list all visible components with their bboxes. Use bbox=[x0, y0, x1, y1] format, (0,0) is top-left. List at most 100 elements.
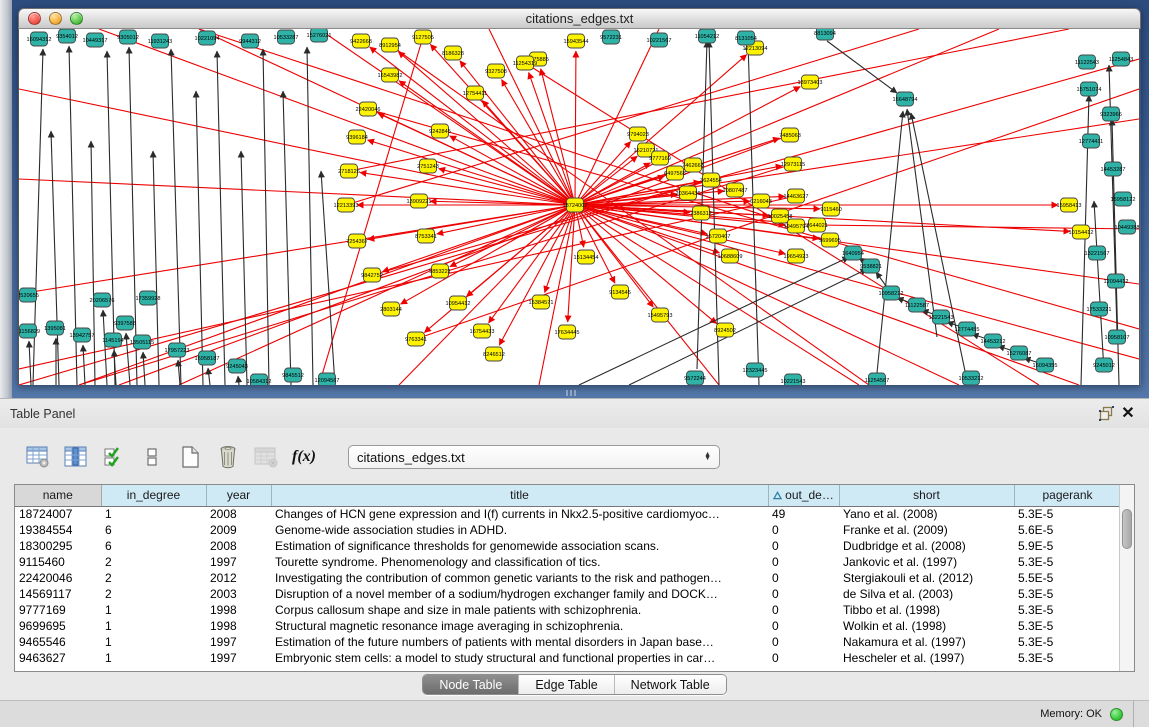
column-header-in_degree[interactable]: in_degree bbox=[101, 485, 206, 506]
minimize-window-icon[interactable] bbox=[49, 12, 62, 25]
network-node[interactable]: 10449317 bbox=[83, 33, 108, 47]
network-node[interactable]: 10954412 bbox=[446, 296, 471, 310]
network-node[interactable]: 11156829 bbox=[19, 324, 40, 338]
network-node[interactable]: 12213393 bbox=[334, 198, 359, 212]
select-all-icon[interactable] bbox=[98, 442, 130, 472]
network-node[interactable]: 10958212 bbox=[879, 286, 904, 300]
network-canvas[interactable]: 1872400794226688912954912750581863289327… bbox=[18, 29, 1140, 385]
network-node[interactable]: 9134545 bbox=[609, 285, 631, 299]
network-node[interactable]: 9327508 bbox=[485, 64, 507, 78]
network-node[interactable]: 8912954 bbox=[379, 38, 401, 52]
network-node[interactable]: 11931243 bbox=[148, 34, 172, 48]
network-node[interactable]: 14453287 bbox=[1101, 162, 1126, 176]
network-node[interactable]: 12094412 bbox=[1104, 274, 1129, 288]
network-node[interactable]: 12323445 bbox=[743, 363, 768, 377]
network-node[interactable]: 9127505 bbox=[412, 30, 434, 44]
network-node[interactable]: 10221094 bbox=[195, 31, 220, 45]
network-node[interactable]: 22420046 bbox=[356, 102, 381, 116]
delete-table-icon[interactable] bbox=[250, 442, 282, 472]
network-node[interactable]: 9242845 bbox=[429, 124, 451, 138]
network-node[interactable]: 7254367 bbox=[346, 234, 368, 248]
network-node[interactable]: 1395081 bbox=[44, 321, 66, 335]
network-node[interactable]: 13973403 bbox=[798, 75, 823, 89]
network-node[interactable]: 9699695 bbox=[819, 233, 841, 247]
column-header-short[interactable]: short bbox=[839, 485, 1014, 506]
column-header-pagerank[interactable]: pagerank bbox=[1014, 485, 1121, 506]
network-node[interactable]: 13505115 bbox=[130, 335, 154, 349]
memory-ok-icon[interactable] bbox=[1110, 708, 1123, 721]
tab-node-table[interactable]: Node Table bbox=[423, 675, 518, 694]
network-node[interactable]: 7386312 bbox=[690, 206, 712, 220]
network-node[interactable]: 3624554 bbox=[700, 173, 722, 187]
network-node[interactable]: 9944312 bbox=[239, 34, 261, 48]
network-node[interactable]: 9794023 bbox=[627, 127, 649, 141]
network-node[interactable]: 11054212 bbox=[695, 29, 719, 43]
network-node[interactable]: 16543982 bbox=[378, 68, 403, 82]
network-node[interactable]: 9422668 bbox=[350, 34, 372, 48]
network-node[interactable]: 9245012 bbox=[1093, 358, 1115, 372]
network-node[interactable]: 16094355 bbox=[1033, 358, 1058, 372]
network-node[interactable]: 13942757 bbox=[70, 328, 95, 342]
network-node[interactable]: 10807487 bbox=[723, 183, 748, 197]
network-node[interactable]: 11254843 bbox=[1109, 52, 1133, 66]
network-node[interactable]: 10584312 bbox=[247, 374, 272, 385]
network-node[interactable]: 15958122 bbox=[1111, 192, 1136, 206]
network-node[interactable]: 12754411 bbox=[463, 86, 487, 100]
table-row[interactable]: 1830029562008Estimation of significance … bbox=[15, 538, 1121, 554]
new-column-icon[interactable] bbox=[174, 442, 206, 472]
network-node[interactable]: 9777169 bbox=[649, 151, 671, 165]
table-row[interactable]: 2242004622012Investigating the contribut… bbox=[15, 570, 1121, 586]
table-selector-dropdown[interactable]: citations_edges.txt ▲▼ bbox=[348, 445, 720, 469]
network-node[interactable]: 11122543 bbox=[1075, 55, 1099, 69]
network-node[interactable]: 9115460 bbox=[820, 202, 841, 216]
network-node[interactable]: 9845512 bbox=[282, 368, 304, 382]
network-node[interactable]: 17533221 bbox=[1087, 302, 1112, 316]
network-node[interactable]: 16648794 bbox=[893, 92, 918, 106]
network-node[interactable]: 2718126 bbox=[338, 164, 360, 178]
zoom-window-icon[interactable] bbox=[70, 12, 83, 25]
network-node[interactable]: 8246512 bbox=[483, 347, 505, 361]
network-node[interactable]: 13221567 bbox=[1085, 246, 1110, 260]
network-node[interactable]: 19495794 bbox=[784, 219, 809, 233]
network-node[interactable]: 16094312 bbox=[27, 32, 52, 46]
table-row[interactable]: 1938455462009Genome-wide association stu… bbox=[15, 522, 1121, 538]
unselect-all-icon[interactable] bbox=[136, 442, 168, 472]
network-node[interactable]: 10688609 bbox=[718, 249, 743, 263]
network-node[interactable]: 15958413 bbox=[1057, 198, 1082, 212]
table-row[interactable]: 969969511998Structural magnetic resonanc… bbox=[15, 618, 1121, 634]
network-node[interactable]: 7644021 bbox=[806, 218, 828, 232]
table-row[interactable]: 946362711997Embryonic stem cells: a mode… bbox=[15, 650, 1121, 666]
network-node[interactable]: 10449388 bbox=[1115, 220, 1140, 234]
network-node[interactable]: 16958187 bbox=[195, 351, 220, 365]
network-node[interactable]: 9397588 bbox=[114, 316, 136, 330]
network-node[interactable]: 13221543 bbox=[929, 310, 954, 324]
network-node[interactable]: 13909221 bbox=[407, 194, 432, 208]
network-node[interactable]: 17359928 bbox=[136, 291, 161, 305]
table-row[interactable]: 977716911998Corpus callosum shape and si… bbox=[15, 602, 1121, 618]
network-node[interactable]: 10221567 bbox=[647, 33, 672, 47]
network-node[interactable]: 10221543 bbox=[781, 374, 806, 385]
column-header-year[interactable]: year bbox=[206, 485, 271, 506]
show-column-icon[interactable] bbox=[60, 442, 92, 472]
column-header-name[interactable]: name bbox=[15, 485, 101, 506]
network-node[interactable]: 20364436 bbox=[676, 186, 701, 200]
column-header-out_de[interactable]: out_de… bbox=[768, 485, 839, 506]
network-node[interactable]: 9572244 bbox=[684, 371, 706, 385]
network-node[interactable]: 8131054 bbox=[735, 31, 757, 45]
network-node[interactable]: 15751074 bbox=[1077, 82, 1102, 96]
network-node[interactable]: 9396184 bbox=[346, 130, 368, 144]
network-node[interactable]: 2803144 bbox=[380, 302, 402, 316]
network-node[interactable]: 1640954 bbox=[842, 246, 864, 260]
network-node[interactable]: 20206576 bbox=[90, 293, 115, 307]
network-node[interactable]: 2751243 bbox=[417, 159, 439, 173]
network-node[interactable]: 15720407 bbox=[706, 229, 731, 243]
network-node[interactable]: 19654923 bbox=[784, 249, 809, 263]
close-window-icon[interactable] bbox=[28, 12, 41, 25]
vertical-scrollbar[interactable] bbox=[1119, 485, 1134, 671]
table-mode-icon[interactable] bbox=[22, 442, 54, 472]
network-node[interactable]: 10533212 bbox=[959, 371, 984, 385]
table-row[interactable]: 1456911722003Disruption of a novel membe… bbox=[15, 586, 1121, 602]
network-node[interactable]: 11122587 bbox=[905, 298, 929, 312]
network-node[interactable]: 16754433 bbox=[470, 324, 495, 338]
network-node[interactable]: 9245043 bbox=[226, 359, 248, 373]
